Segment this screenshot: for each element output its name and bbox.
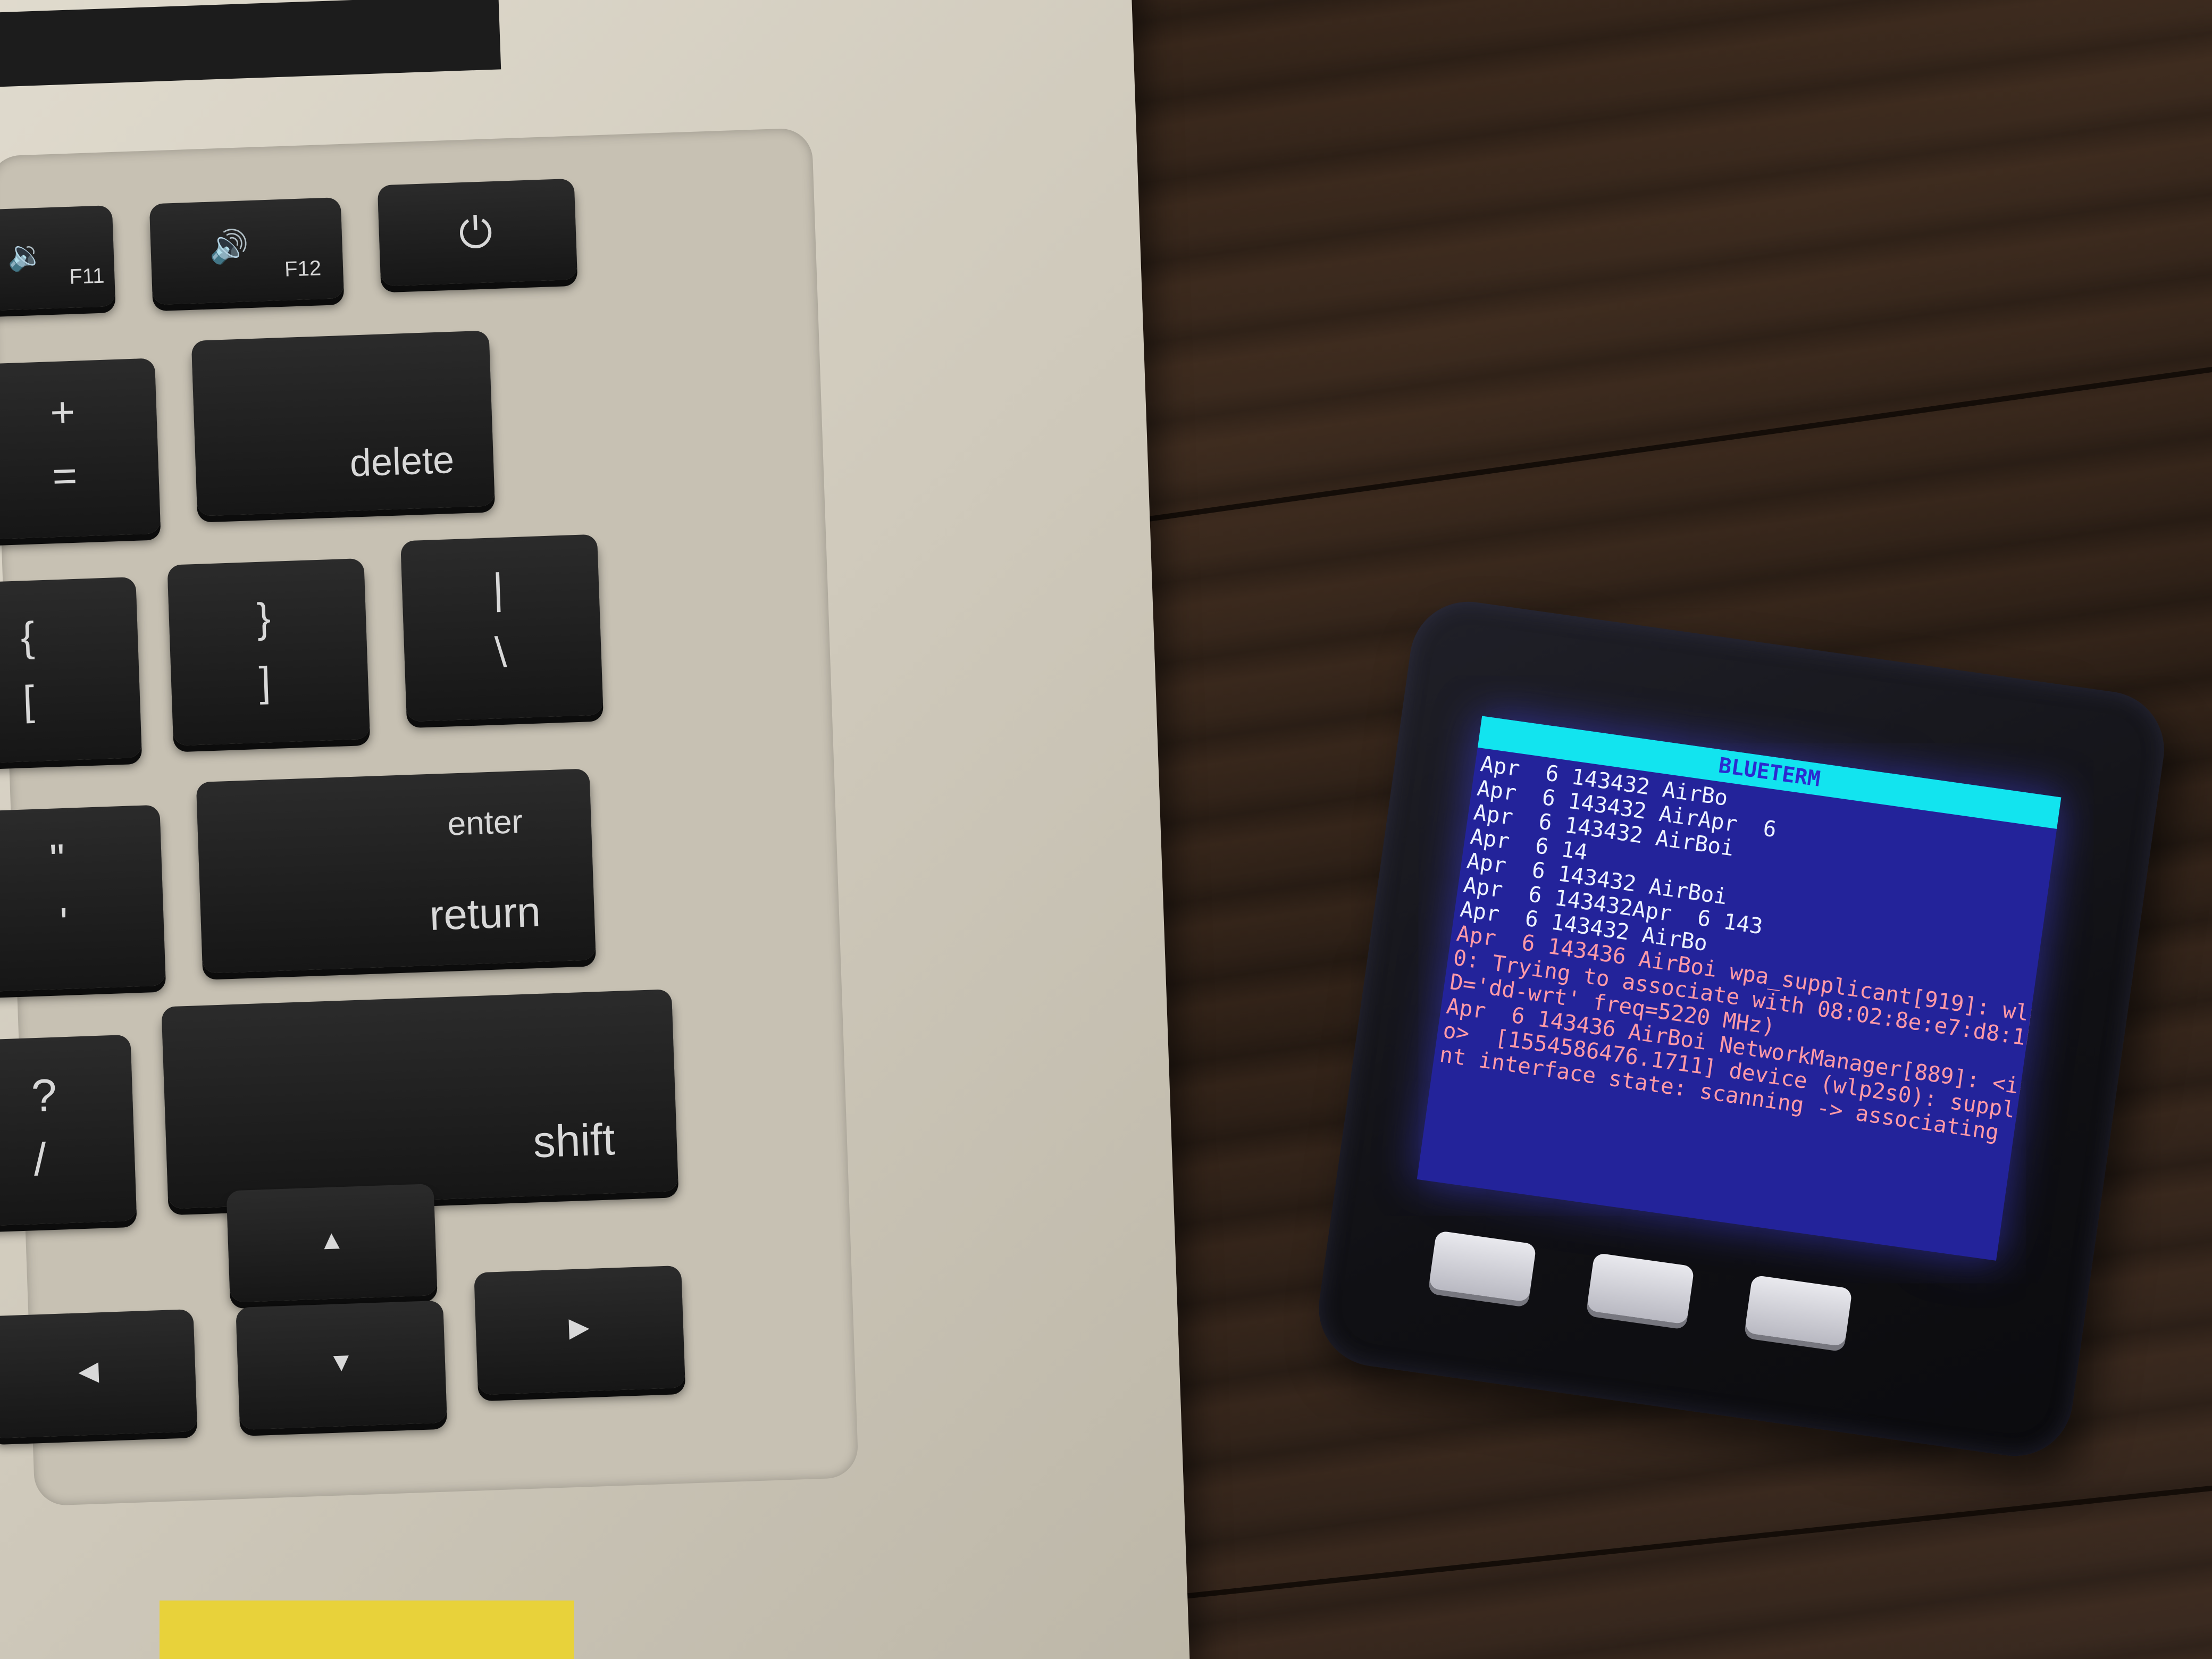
- key-pipe-top: |: [491, 564, 505, 613]
- key-arrow-right[interactable]: ▶: [474, 1265, 685, 1395]
- key-f12[interactable]: 🔊 F12: [149, 197, 345, 305]
- key-shift[interactable]: shift: [161, 989, 679, 1209]
- key-question-top: ?: [30, 1069, 58, 1122]
- device-button-a[interactable]: [1428, 1230, 1537, 1303]
- key-delete[interactable]: delete: [191, 330, 495, 516]
- key-brace-right-top: }: [256, 594, 272, 641]
- key-arrow-down[interactable]: ▼: [236, 1300, 447, 1430]
- key-delete-label: delete: [349, 438, 455, 485]
- key-brace-right[interactable]: } ]: [167, 558, 371, 746]
- key-shift-label: shift: [532, 1114, 616, 1167]
- keyboard: 🔉 F11 🔊 F12 ⏻ + = delete { [}] | \ " '…: [0, 128, 859, 1506]
- key-plus-equals[interactable]: + =: [0, 358, 161, 540]
- key-enter-label: enter: [447, 803, 524, 843]
- key-arrow-left[interactable]: ◀: [0, 1309, 198, 1439]
- key-quote-top: ": [49, 835, 66, 883]
- arrow-right-icon: ▶: [568, 1311, 590, 1343]
- yellow-sticker: [160, 1601, 574, 1659]
- key-power[interactable]: ⏻: [377, 178, 578, 287]
- arrow-down-icon: ▼: [327, 1346, 355, 1378]
- key-f11-label: F11: [69, 264, 105, 289]
- power-icon: ⏻: [458, 208, 493, 257]
- device-button-c[interactable]: [1744, 1275, 1853, 1347]
- key-f12-label: F12: [284, 256, 322, 281]
- key-question-bottom: /: [32, 1134, 47, 1186]
- volume-down-icon: 🔉: [6, 237, 45, 272]
- volume-up-icon: 🔊: [208, 228, 250, 265]
- key-f11[interactable]: 🔉 F11: [0, 205, 116, 312]
- key-brace-left[interactable]: { [: [0, 576, 142, 765]
- key-enter-return[interactable]: enter return: [196, 768, 596, 974]
- key-brace-left-bottom: [: [22, 676, 36, 724]
- key-pipe-bottom: \: [493, 628, 508, 676]
- device-button-b[interactable]: [1586, 1252, 1695, 1325]
- laptop-hinge-strip: [0, 0, 501, 90]
- key-plus-label: +: [49, 388, 76, 437]
- key-question[interactable]: ? /: [0, 1034, 137, 1228]
- key-quote[interactable]: " ': [0, 805, 166, 993]
- key-arrow-up[interactable]: ▲: [226, 1184, 438, 1303]
- key-equals-label: =: [51, 451, 78, 500]
- photo-scene: 🔉 F11 🔊 F12 ⏻ + = delete { [}] | \ " '…: [0, 0, 2212, 1659]
- key-return-label: return: [429, 887, 542, 939]
- device-screen: BLUETERM Apr 6 143432 AirBo Apr 6 143432 …: [1417, 716, 2062, 1261]
- key-pipe[interactable]: | \: [400, 534, 604, 722]
- key-brace-right-bottom: ]: [258, 658, 272, 705]
- arrow-up-icon: ▲: [317, 1224, 346, 1255]
- arrow-left-icon: ◀: [78, 1355, 99, 1386]
- key-quote-bottom: ': [59, 899, 69, 947]
- laptop-body: 🔉 F11 🔊 F12 ⏻ + = delete { [}] | \ " '…: [0, 0, 1190, 1659]
- handheld-device: BLUETERM Apr 6 143432 AirBo Apr 6 143432 …: [1311, 594, 2172, 1464]
- key-brace-left-top: {: [20, 613, 36, 660]
